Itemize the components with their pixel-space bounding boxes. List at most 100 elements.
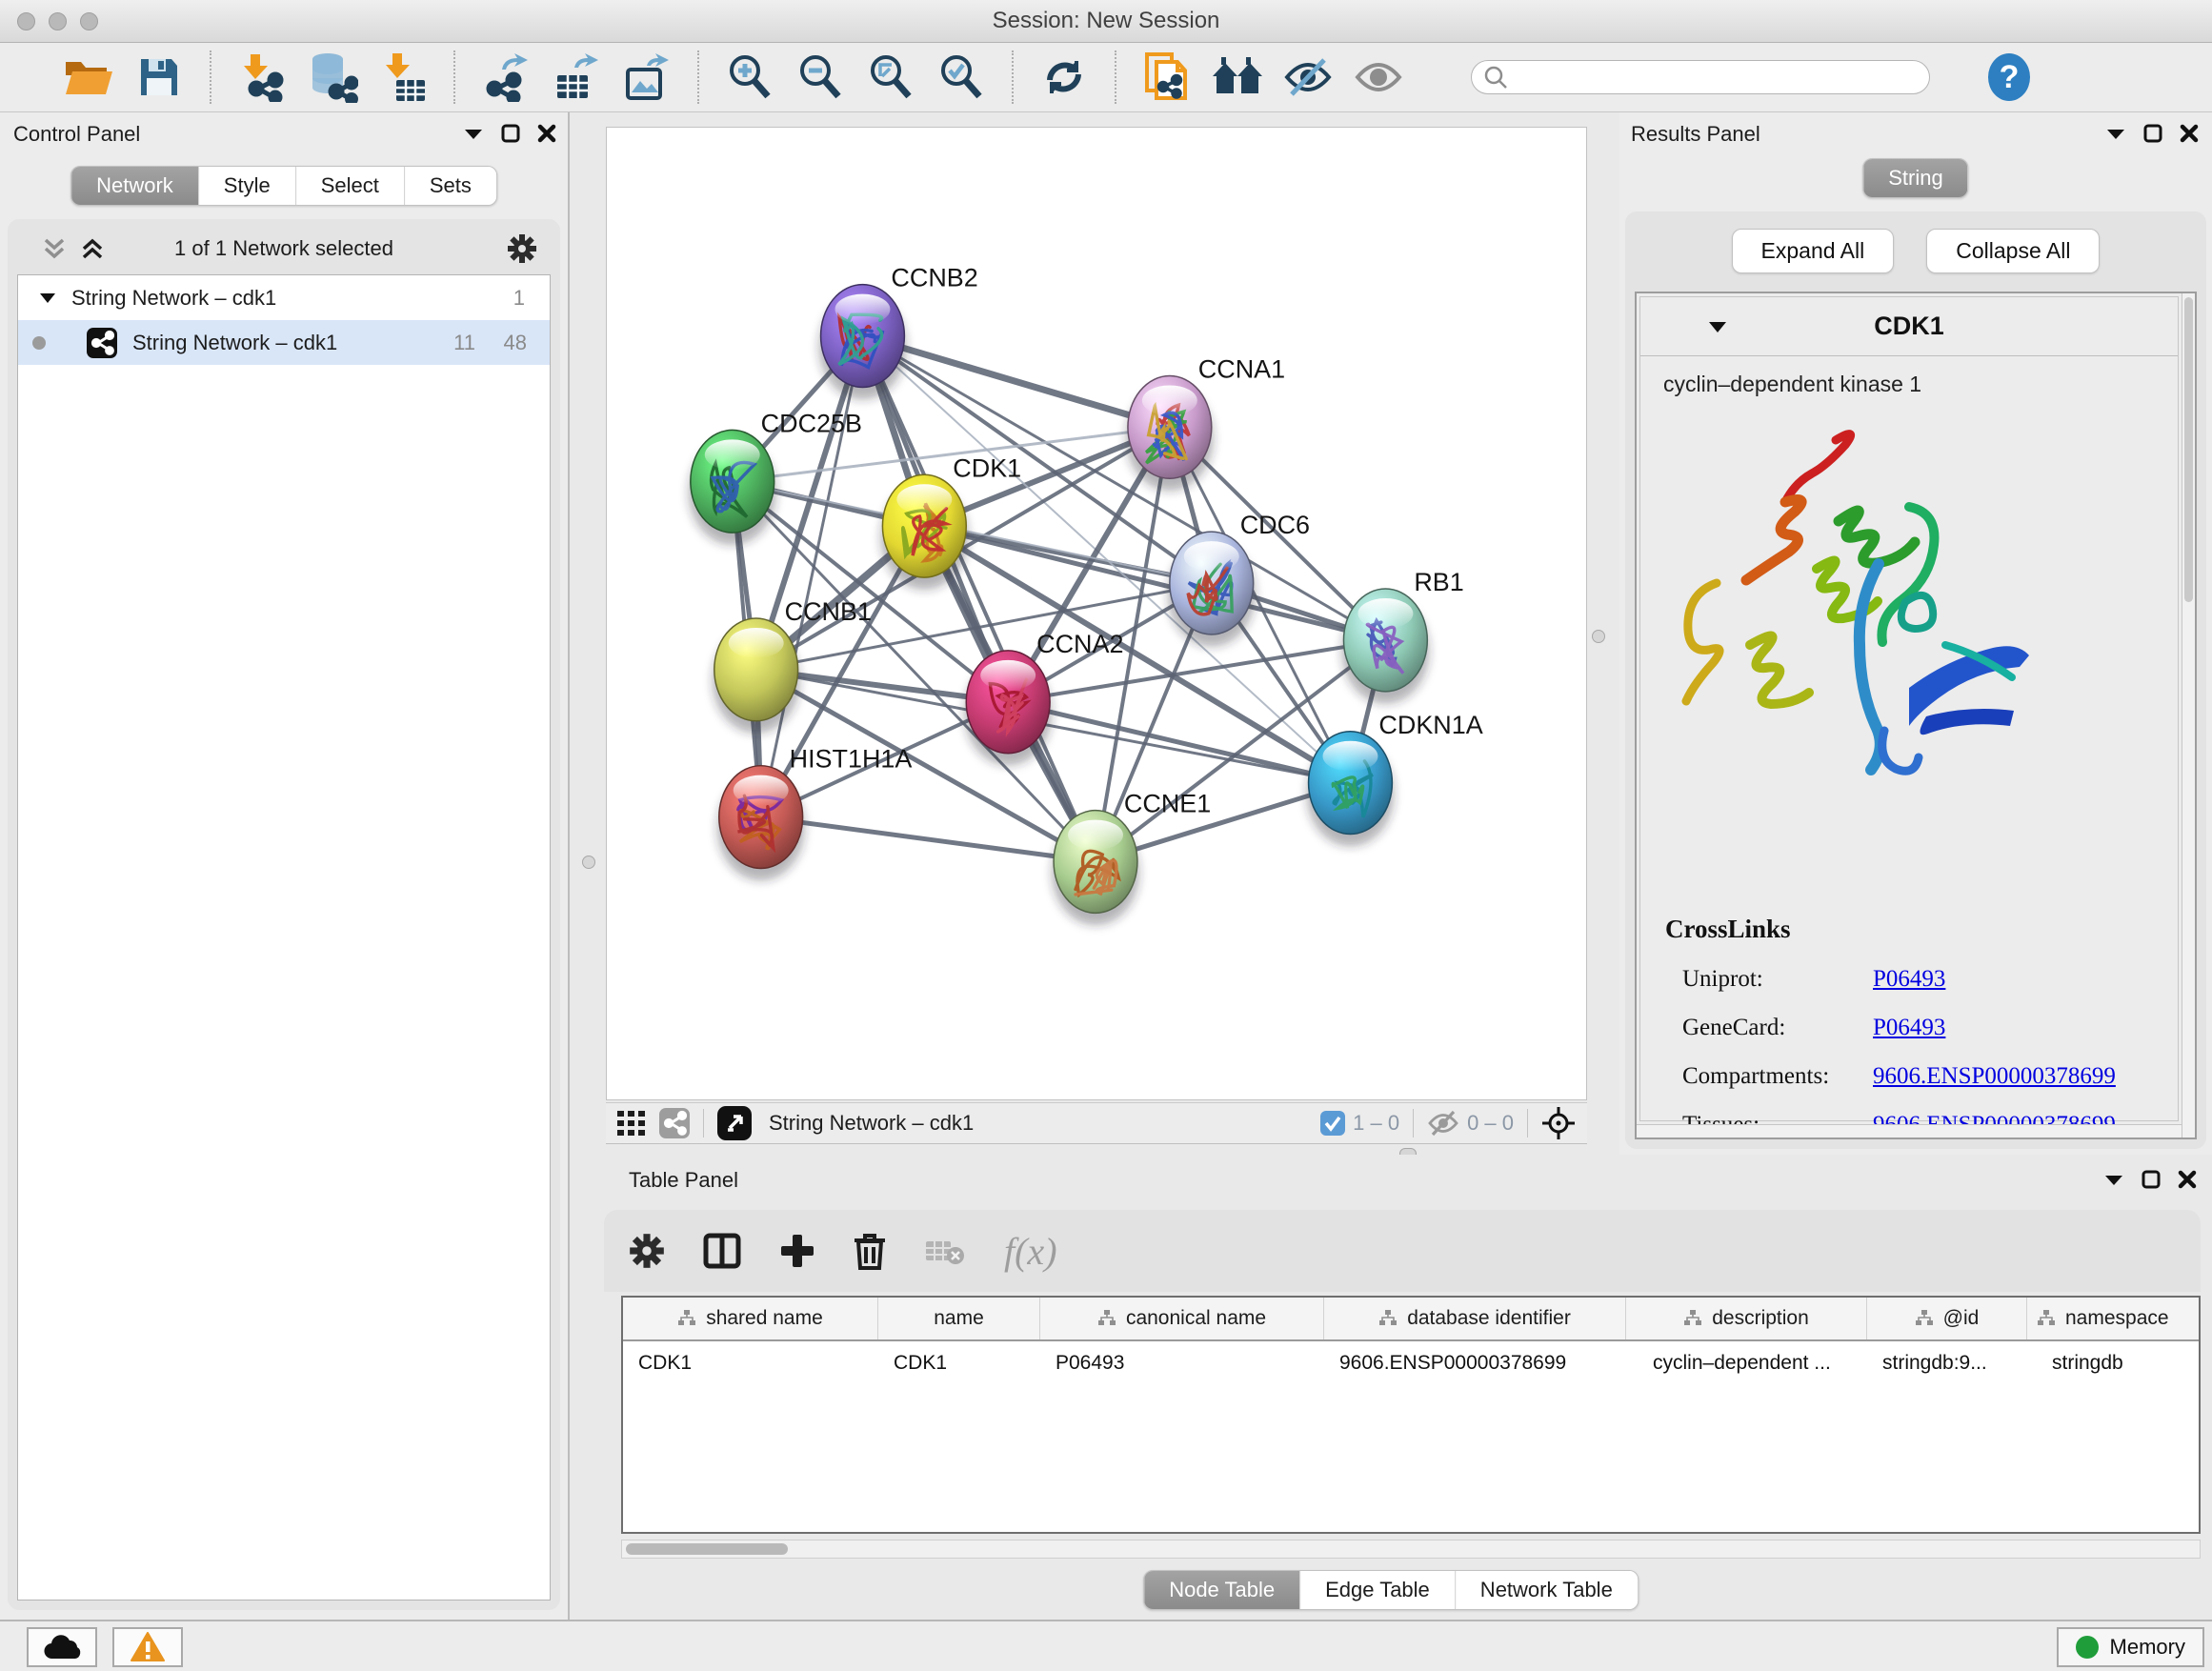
pan-target-icon[interactable] [1541,1106,1576,1140]
clone-network-button[interactable] [1137,48,1196,107]
crosslink-genecard-link[interactable]: P06493 [1873,1015,1945,1041]
crosslink-compartments-link[interactable]: 9606.ENSP00000378699 [1873,1063,2116,1090]
network-node-cdc6[interactable]: CDC6 [1168,511,1310,647]
network-row-selected[interactable]: String Network – cdk1 11 48 [18,320,550,365]
collapse-all-button[interactable]: Collapse All [1926,229,2100,273]
column-header-description[interactable]: description [1626,1298,1867,1339]
houses-icon [1211,55,1264,99]
zoom-selected-button[interactable] [932,48,991,107]
network-view[interactable]: CCNB2CCNA1CDC25BCDK1CDC6RB1CCNB1CCNA2CDK… [606,127,1587,1100]
crosslinks-title: CrossLinks [1665,915,2159,944]
delete-column-icon[interactable] [854,1232,886,1270]
import-table-icon [379,51,427,103]
warnings-button[interactable] [112,1627,183,1667]
show-all-button[interactable] [1349,48,1408,107]
column-header-namespace[interactable]: namespace [2027,1298,2199,1339]
panel-float-icon[interactable] [2105,127,2126,140]
tab-sets[interactable]: Sets [404,167,496,205]
panel-maximize-icon[interactable] [501,124,520,143]
search-input[interactable] [1508,66,1908,89]
network-node-ccna1[interactable]: CCNA1 [1126,354,1285,491]
table-row[interactable]: CDK1 CDK1 P06493 9606.ENSP00000378699 cy… [623,1341,2199,1385]
right-splitter-handle[interactable] [1592,630,1605,643]
crosslink-uniprot-link[interactable]: P06493 [1873,966,1945,993]
zoom-in-button[interactable] [720,48,779,107]
panel-maximize-icon[interactable] [2143,124,2162,143]
node-label-hist1h1a: HIST1H1A [790,745,913,774]
column-header-database-identifier[interactable]: database identifier [1324,1298,1626,1339]
gene-symbol: CDK1 [1874,312,1944,341]
tab-select[interactable]: Select [295,167,404,205]
zoom-out-icon [796,53,844,101]
import-network-file-button[interactable] [232,48,292,107]
network-node-ccne1[interactable]: CCNE1 [1052,790,1211,926]
memory-button[interactable]: Memory [2057,1627,2204,1667]
table-toolbar: f(x) [604,1210,2201,1292]
tab-node-table[interactable]: Node Table [1144,1571,1299,1609]
panel-close-icon[interactable] [2180,124,2199,143]
function-builder-disabled: f(x) [1004,1229,1057,1274]
clone-network-icon [1143,50,1191,104]
panel-close-icon[interactable] [2178,1170,2197,1189]
network-thumbnail-icon[interactable] [659,1108,690,1138]
export-table-button[interactable] [547,48,606,107]
tab-edge-table[interactable]: Edge Table [1299,1571,1455,1609]
collection-expander-icon[interactable] [39,292,56,304]
crosslinks-section: CrossLinks Uniprot:P06493 GeneCard:P0649… [1665,915,2159,1187]
import-table-file-button[interactable] [373,48,432,107]
cloud-status-button[interactable] [27,1627,97,1667]
panel-close-icon[interactable] [537,124,556,143]
network-node-cdkn1a[interactable]: CDKN1A [1307,711,1483,847]
network-tab-body: 1 of 1 Network selected String Network –… [8,219,560,1610]
add-column-icon[interactable] [779,1233,815,1269]
help-button[interactable]: ? [1980,48,2039,107]
tab-network[interactable]: Network [71,167,198,205]
panel-float-icon[interactable] [2103,1173,2124,1186]
selected-checkbox-icon[interactable] [1320,1111,1345,1136]
hidden-eye-slash-icon[interactable] [1427,1110,1459,1137]
memory-status-dot [2076,1636,2099,1659]
tab-style[interactable]: Style [198,167,295,205]
export-image-button[interactable] [617,48,676,107]
save-session-button[interactable] [130,48,189,107]
export-network-button[interactable] [476,48,535,107]
table-horizontal-scrollbar[interactable] [621,1540,2201,1559]
birds-eye-view-icon[interactable] [717,1106,752,1140]
column-header-id[interactable]: @id [1867,1298,2027,1339]
hierarchy-icon [1683,1310,1702,1327]
edge-count: 48 [504,331,527,355]
refresh-layout-button[interactable] [1035,48,1094,107]
network-collection-row[interactable]: String Network – cdk1 1 [18,275,550,320]
svg-text:?: ? [2000,59,2020,95]
grid-view-icon[interactable] [617,1111,646,1136]
column-header-canonical-name[interactable]: canonical name [1040,1298,1324,1339]
gene-card-expander-icon[interactable] [1707,320,1728,333]
network-options-gear-icon[interactable] [507,233,537,264]
network-node-hist1h1a[interactable]: HIST1H1A [717,745,913,881]
column-header-shared-name[interactable]: shared name [623,1298,878,1339]
import-network-database-button[interactable] [303,48,362,107]
hide-selected-button[interactable] [1278,48,1337,107]
open-session-button[interactable] [59,48,118,107]
crosslink-label: GeneCard: [1665,1015,1873,1041]
search-field[interactable] [1471,60,1930,94]
panel-float-icon[interactable] [463,127,484,140]
node-table[interactable]: shared name name canonical name database… [621,1296,2201,1534]
table-options-gear-icon[interactable] [629,1233,665,1269]
expand-all-button[interactable]: Expand All [1732,229,1895,273]
network-node-ccnb2[interactable]: CCNB2 [819,264,978,400]
zoom-fit-button[interactable] [861,48,920,107]
column-header-name[interactable]: name [878,1298,1040,1339]
network-node-rb1[interactable]: RB1 [1341,568,1463,704]
memory-label: Memory [2110,1635,2185,1660]
show-columns-icon[interactable] [703,1233,741,1269]
tab-string[interactable]: String [1863,159,1967,197]
panel-maximize-icon[interactable] [2142,1170,2161,1189]
card-horizontal-scrollbar[interactable] [1637,1124,2182,1137]
zoom-out-button[interactable] [791,48,850,107]
first-neighbors-button[interactable] [1208,48,1267,107]
left-splitter-handle[interactable] [582,856,595,869]
card-vertical-scrollbar[interactable] [2182,293,2195,1137]
tab-network-table[interactable]: Network Table [1455,1571,1638,1609]
control-panel-tabs: Network Style Select Sets [70,166,497,206]
